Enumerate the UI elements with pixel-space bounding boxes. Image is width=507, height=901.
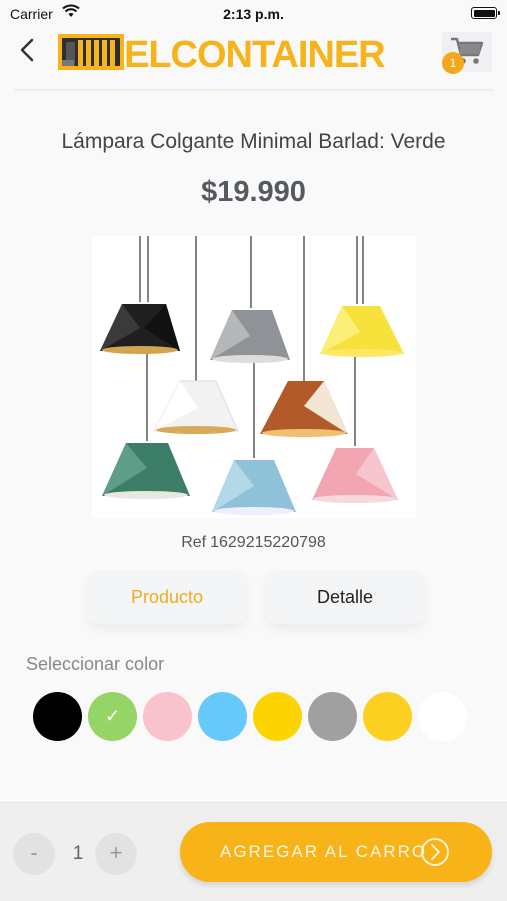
container-logo-icon [58, 34, 124, 70]
color-swatch[interactable]: ✓ [88, 692, 137, 741]
quantity-decrease-button[interactable]: - [13, 833, 55, 875]
color-swatch[interactable] [363, 692, 412, 741]
add-to-cart-button[interactable]: AGREGAR AL CARRO [180, 822, 492, 882]
chevron-left-icon [20, 38, 34, 62]
cart-button[interactable]: 1 [440, 32, 492, 76]
back-button[interactable] [14, 36, 42, 64]
clock: 2:13 p.m. [223, 6, 284, 22]
product-reference: Ref 1629215220798 [0, 534, 507, 552]
checkmark-icon: ✓ [104, 706, 121, 726]
nav-bar: ELCONTAINER 1 [0, 28, 507, 88]
color-swatch[interactable] [198, 692, 247, 741]
color-swatch[interactable] [253, 692, 302, 741]
quantity-value: 1 [72, 843, 84, 864]
color-swatch[interactable] [308, 692, 357, 741]
battery-icon [471, 7, 500, 19]
ref-prefix: Ref [181, 534, 207, 551]
quantity-increase-button[interactable]: + [95, 833, 137, 875]
color-swatches: ✓ [33, 692, 473, 742]
ref-number: 1629215220798 [210, 534, 326, 551]
color-selector-label: Seleccionar color [26, 654, 165, 674]
arrow-right-circle-icon [421, 838, 449, 866]
add-to-cart-label: AGREGAR AL CARRO [220, 842, 428, 861]
tab-producto[interactable]: Producto [87, 570, 247, 624]
color-swatch[interactable] [418, 692, 467, 741]
tab-detalle[interactable]: Detalle [265, 570, 425, 624]
status-bar: Carrier 2:13 p.m. [0, 0, 507, 28]
product-tabs: Producto Detalle [87, 570, 425, 626]
product-title: Lámpara Colgante Minimal Barlad: Verde [61, 130, 446, 153]
color-swatch[interactable] [33, 692, 82, 741]
product-image [92, 236, 416, 518]
product-price: $19.990 [201, 176, 306, 208]
color-swatch[interactable] [143, 692, 192, 741]
logo-wordmark: ELCONTAINER [124, 34, 386, 76]
bottom-action-bar: - 1 + AGREGAR AL CARRO [0, 802, 507, 901]
cart-count-badge: 1 [442, 52, 464, 74]
header-divider [14, 89, 494, 91]
pendant-lamps-illustration [100, 236, 404, 515]
